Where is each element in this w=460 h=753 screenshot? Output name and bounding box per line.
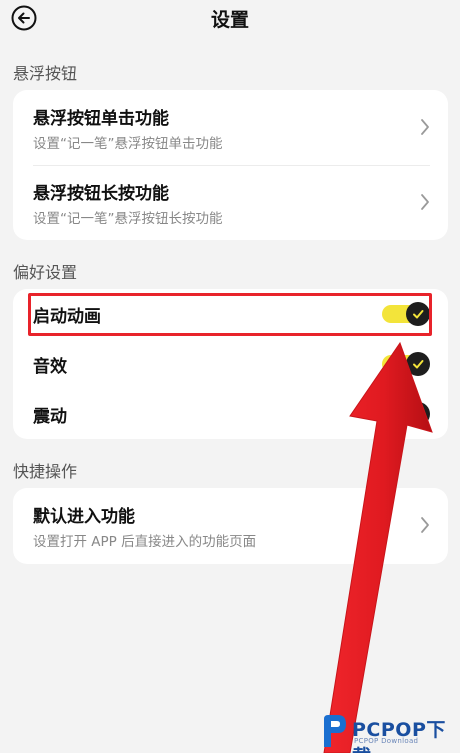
watermark-logo: PCPOP下载 PCPOP Download — [318, 711, 460, 753]
row-title: 悬浮按钮单击功能 — [33, 109, 169, 129]
row-title: 默认进入功能 — [33, 507, 135, 527]
section-label-shortcuts: 快捷操作 — [13, 462, 78, 481]
toggle-label: 音效 — [33, 357, 67, 377]
row-sound-effects: 音效 — [13, 339, 448, 389]
chevron-right-icon — [421, 119, 429, 135]
row-subtitle: 设置打开 APP 后直接进入的功能页面 — [33, 534, 257, 550]
chevron-right-icon — [421, 194, 429, 210]
annotation-highlight-box — [28, 293, 432, 336]
row-floating-longpress[interactable]: 悬浮按钮长按功能 设置“记一笔”悬浮按钮长按功能 — [13, 165, 448, 239]
row-default-entry[interactable]: 默认进入功能 设置打开 APP 后直接进入的功能页面 — [13, 488, 448, 562]
section-label-floating-button: 悬浮按钮 — [13, 64, 78, 83]
row-subtitle: 设置“记一笔”悬浮按钮长按功能 — [33, 211, 223, 227]
shortcuts-card: 默认进入功能 设置打开 APP 后直接进入的功能页面 — [13, 488, 448, 564]
check-icon — [413, 360, 424, 369]
sound-effects-toggle[interactable] — [382, 352, 430, 376]
row-floating-tap[interactable]: 悬浮按钮单击功能 设置“记一笔”悬浮按钮单击功能 — [13, 90, 448, 164]
row-subtitle: 设置“记一笔”悬浮按钮单击功能 — [33, 136, 223, 152]
row-title: 悬浮按钮长按功能 — [33, 184, 169, 204]
header-bar: 设置 — [0, 0, 460, 36]
watermark-brand: PCPOP下载 — [352, 719, 446, 753]
watermark-sub: PCPOP Download — [354, 737, 419, 745]
chevron-right-icon — [421, 517, 429, 533]
page-title: 设置 — [210, 9, 249, 31]
vibration-toggle[interactable] — [382, 402, 430, 426]
pcpop-logo-icon — [324, 715, 346, 747]
floating-button-card: 悬浮按钮单击功能 设置“记一笔”悬浮按钮单击功能 悬浮按钮长按功能 设置“记一笔… — [13, 90, 448, 240]
toggle-label: 震动 — [33, 407, 67, 427]
row-vibration: 震动 — [13, 389, 448, 439]
check-icon — [413, 410, 424, 419]
section-label-preferences: 偏好设置 — [13, 263, 78, 282]
